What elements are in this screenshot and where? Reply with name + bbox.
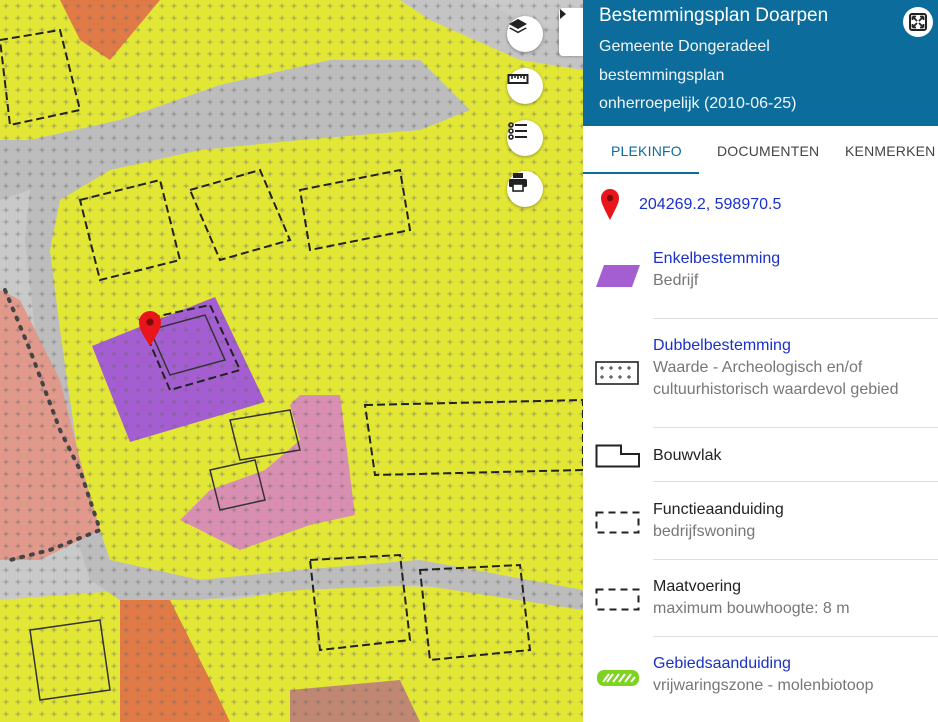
divider bbox=[653, 636, 938, 637]
gebiedsaanduiding-value: vrijwaringszone - molenbiotoop bbox=[653, 677, 874, 694]
legend-item-bouwvlak: Bouwvlak bbox=[583, 444, 938, 484]
municipality: Gemeente Dongeradeel bbox=[599, 38, 770, 55]
expand-icon bbox=[909, 13, 927, 31]
legend-item-gebiedsaanduiding: Gebiedsaanduiding vrijwaringszone - mole… bbox=[583, 653, 938, 713]
map-canvas[interactable] bbox=[0, 0, 583, 722]
plan-type: bestemmingsplan bbox=[599, 67, 725, 84]
divider bbox=[653, 559, 938, 560]
active-tab-indicator bbox=[583, 172, 699, 174]
map-marker-icon bbox=[601, 189, 619, 220]
collapse-panel-button[interactable] bbox=[559, 8, 583, 56]
list-icon bbox=[508, 122, 527, 140]
map-view[interactable] bbox=[0, 0, 583, 722]
bouwvlak-title: Bouwvlak bbox=[653, 447, 722, 464]
divider bbox=[653, 427, 938, 428]
maatvoering-dashed-icon bbox=[595, 588, 640, 611]
plan-status: onherroepelijk (2010-06-25) bbox=[599, 95, 797, 112]
functieaanduiding-dashed-icon bbox=[595, 511, 640, 534]
functieaanduiding-value: bedrijfswoning bbox=[653, 523, 756, 540]
enkelbestemming-value: Bedrijf bbox=[653, 272, 699, 289]
divider bbox=[653, 318, 938, 319]
measure-button[interactable] bbox=[507, 68, 543, 104]
tab-plekinfo[interactable]: PLEKINFO bbox=[611, 126, 682, 174]
maatvoering-value: maximum bouwhoogte: 8 m bbox=[653, 600, 850, 617]
gebiedsaanduiding-hatch-icon bbox=[597, 670, 639, 686]
layers-icon bbox=[509, 19, 527, 34]
dubbelbestemming-value: Waarde - Archeologisch en/of cultuurhist… bbox=[653, 359, 899, 398]
functieaanduiding-title: Functieaanduiding bbox=[653, 501, 784, 518]
panel-tabs: PLEKINFO DOCUMENTEN KENMERKEN bbox=[583, 126, 938, 174]
legend-button[interactable] bbox=[507, 120, 543, 156]
coordinates-link[interactable]: 204269.2, 598970.5 bbox=[639, 194, 919, 215]
panel-header: Bestemmingsplan Doarpen Gemeente Dongera… bbox=[583, 0, 938, 126]
legend-item-maatvoering: Maatvoering maximum bouwhoogte: 8 m bbox=[583, 576, 938, 636]
enkelbestemming-swatch-icon bbox=[596, 265, 640, 287]
dubbelbestemming-hatch-icon bbox=[595, 361, 639, 385]
tab-kenmerken[interactable]: KENMERKEN bbox=[845, 126, 935, 174]
location-row: 204269.2, 598970.5 bbox=[583, 188, 938, 224]
plan-title: Bestemmingsplan Doarpen bbox=[599, 5, 829, 26]
divider bbox=[653, 481, 938, 482]
printer-icon bbox=[509, 173, 527, 192]
enkelbestemming-title[interactable]: Enkelbestemming bbox=[653, 248, 933, 269]
tab-documenten[interactable]: DOCUMENTEN bbox=[717, 126, 819, 174]
maatvoering-title: Maatvoering bbox=[653, 578, 742, 595]
info-panel: Bestemmingsplan Doarpen Gemeente Dongera… bbox=[583, 0, 938, 722]
legend-item-functieaanduiding: Functieaanduiding bedrijfswoning bbox=[583, 499, 938, 559]
legend-item-enkelbestemming: Enkelbestemming Bedrijf bbox=[583, 248, 938, 318]
layers-button[interactable] bbox=[507, 16, 543, 52]
dubbelbestemming-title[interactable]: Dubbelbestemming bbox=[653, 335, 933, 356]
gebiedsaanduiding-title[interactable]: Gebiedsaanduiding bbox=[653, 653, 933, 674]
legend-item-dubbelbestemming: Dubbelbestemming Waarde - Archeologisch … bbox=[583, 335, 938, 427]
print-button[interactable] bbox=[507, 171, 543, 207]
fullscreen-button[interactable] bbox=[903, 7, 933, 37]
chevron-right-icon bbox=[560, 9, 566, 19]
bouwvlak-outline-icon bbox=[595, 444, 640, 468]
ruler-icon bbox=[507, 74, 529, 84]
